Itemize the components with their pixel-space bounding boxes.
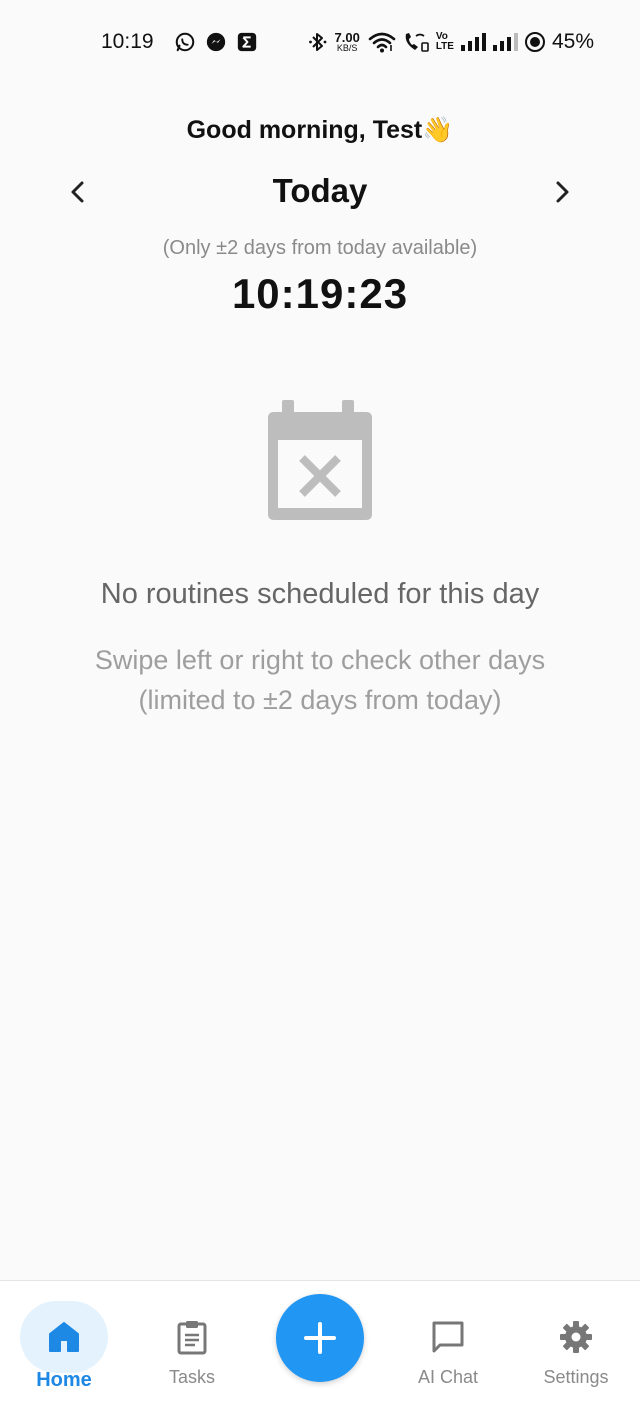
live-clock: 10:19:23 (231, 270, 409, 317)
status-bar: 10:19 7.00 KB/S Vo LTE 45% (0, 0, 640, 84)
gear-icon (560, 1321, 592, 1353)
nav-label-home: Home (36, 1369, 92, 1391)
date-navigator: Today (0, 168, 640, 216)
nav-label-ai-chat: AI Chat (417, 1367, 479, 1387)
notification-icons (174, 31, 258, 53)
next-day-button[interactable] (546, 176, 578, 208)
empty-state-hint: Swipe left or right to check other days … (94, 645, 546, 715)
home-screen: 10:19 7.00 KB/S Vo LTE 45% Good morning,… (0, 0, 640, 1422)
home-icon (49, 1322, 79, 1352)
chat-bubble-icon (432, 1321, 464, 1353)
greeting-text: Good morning, Test👋 (186, 116, 454, 144)
wifi-icon (368, 32, 396, 53)
wifi-calling-icon (405, 33, 429, 52)
signal-icon (460, 33, 486, 51)
messenger-icon (206, 32, 226, 52)
range-note: (Only ±2 days from today available) (162, 237, 478, 259)
add-routine-button[interactable] (276, 1294, 364, 1382)
nav-home-indicator (20, 1301, 108, 1373)
volte-indicator: Vo LTE (435, 31, 454, 52)
sigma-app-icon (237, 32, 257, 52)
nav-label-settings: Settings (543, 1367, 609, 1387)
bluetooth-icon (308, 33, 326, 51)
nav-item-ai-chat[interactable]: AI Chat (393, 1281, 503, 1422)
chevron-right-icon (556, 181, 569, 203)
calendar-x-icon (268, 400, 372, 520)
status-time: 10:19 (101, 30, 154, 53)
nav-item-tasks[interactable]: Tasks (137, 1281, 247, 1422)
network-speed: 7.00 KB/S (334, 30, 360, 53)
status-icons: 7.00 KB/S Vo LTE 45% (308, 28, 594, 56)
bottom-navigation: Home Tasks AI Chat Settings (0, 1280, 640, 1422)
day-title: Today (272, 172, 368, 209)
battery-percent: 45% (551, 30, 594, 53)
nav-label-tasks: Tasks (168, 1367, 215, 1387)
clipboard-icon (177, 1321, 207, 1355)
empty-state-title: No routines scheduled for this day (100, 578, 540, 610)
whatsapp-icon (175, 32, 195, 52)
plus-icon (304, 1322, 336, 1354)
battery-saver-icon (524, 32, 545, 52)
signal-icon (492, 33, 518, 51)
nav-item-settings[interactable]: Settings (521, 1281, 631, 1422)
nav-item-home[interactable]: Home (9, 1281, 119, 1422)
